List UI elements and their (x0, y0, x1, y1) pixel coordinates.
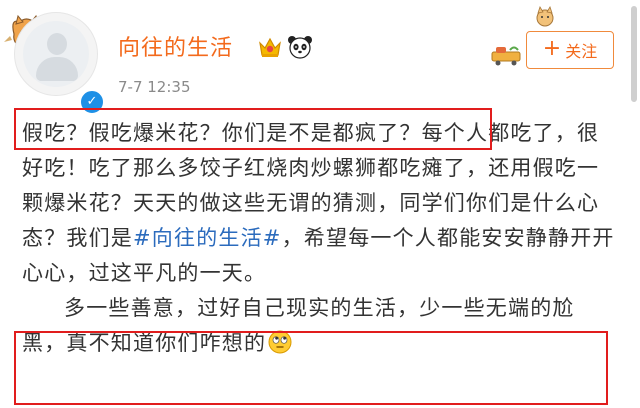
crown-icon (259, 37, 281, 57)
post-content: 假吃？假吃爆米花？你们是不是都疯了？每个人都吃了，很好吃！吃了那么多饺子红烧肉炒… (22, 116, 618, 361)
verified-badge-icon: ✓ (79, 89, 105, 115)
eye-roll-emoji-icon (268, 330, 292, 354)
food-cart-icon (491, 46, 521, 66)
post-paragraph-1: 假吃？假吃爆米花？你们是不是都疯了？每个人都吃了，很好吃！吃了那么多饺子红烧肉炒… (22, 116, 618, 291)
post-text-plea: 多一些善意，过好自己现实的生活，少一些无端的尬黑，真不知道你们咋想的 (22, 296, 575, 355)
follow-button[interactable]: + 关注 (526, 31, 614, 69)
cat-face-icon (536, 6, 554, 27)
post-timestamp[interactable]: 7-7 12:35 (118, 78, 191, 96)
scrollbar[interactable] (631, 6, 637, 102)
post-text-highlighted-question: 假吃？假吃爆米花？你们是不是都疯了？ (22, 121, 422, 145)
username-link[interactable]: 向往的生活 (118, 30, 233, 62)
avatar-head-shape (47, 33, 67, 55)
avatar-body-shape (36, 57, 78, 81)
avatar-placeholder (23, 21, 89, 87)
user-avatar[interactable]: ✓ (14, 12, 105, 115)
hashtag-link[interactable]: #向往的生活# (133, 226, 282, 250)
plus-icon: + (542, 36, 562, 61)
follow-button-label: 关注 (565, 42, 598, 61)
post-paragraph-2: 多一些善意，过好自己现实的生活，少一些无端的尬黑，真不知道你们咋想的 (22, 291, 618, 361)
panda-icon (288, 36, 312, 59)
